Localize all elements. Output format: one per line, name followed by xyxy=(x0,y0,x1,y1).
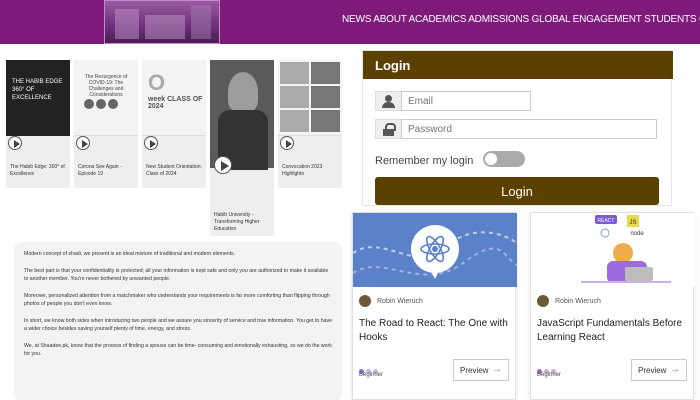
email-row xyxy=(375,91,545,111)
course-card[interactable]: Robin Wieruch The Road to React: The One… xyxy=(352,212,518,400)
author-avatar xyxy=(537,295,549,307)
preview-button[interactable]: Preview → xyxy=(631,359,687,381)
article-paragraph: The best part is that your confidentiali… xyxy=(24,268,329,282)
video-thumbnail[interactable]: THE HABIB EDGE 360° OF EXCELLENCE xyxy=(6,60,70,136)
video-card[interactable]: THE HABIB EDGE 360° OF EXCELLENCE The Ha… xyxy=(6,60,70,188)
video-card[interactable]: The Resurgence of COVID-19: The Challeng… xyxy=(74,60,138,188)
article-paragraph: In short, we know both sides when introd… xyxy=(24,318,332,332)
arrow-right-icon: → xyxy=(670,364,680,375)
thumbnail-text: THE HABIB EDGE 360° OF EXCELLENCE xyxy=(12,79,63,101)
author-name[interactable]: Robin Wieruch xyxy=(377,298,423,305)
remember-label: Remember my login xyxy=(375,155,474,167)
video-caption[interactable]: The Habib Edge: 360° of Excellence xyxy=(10,164,68,178)
author-avatar xyxy=(359,295,371,307)
top-navigation-bar: NEWS ABOUT ACADEMICS ADMISSIONS GLOBAL E… xyxy=(0,0,700,44)
react-tag: REACT xyxy=(598,218,615,224)
lock-icon xyxy=(375,119,401,139)
remember-toggle[interactable] xyxy=(483,151,525,167)
article-text-panel: Modern concept of shadi, we present is a… xyxy=(14,242,342,400)
video-thumbnail[interactable] xyxy=(210,60,274,170)
photo-collage xyxy=(280,62,340,132)
header-banner-image[interactable] xyxy=(104,0,220,44)
course-card[interactable]: REACT JS node Robin Wieruch JavaScript F… xyxy=(530,212,695,400)
video-caption[interactable]: Corona See Again - Episode 19 xyxy=(78,164,136,178)
course-title[interactable]: The Road to React: The One with Hooks xyxy=(359,317,509,345)
play-icon[interactable] xyxy=(280,136,294,150)
arrow-right-icon: → xyxy=(492,364,502,375)
user-icon xyxy=(375,91,401,111)
node-tag: node xyxy=(630,231,644,237)
password-row xyxy=(375,119,659,139)
video-thumbnail[interactable]: O week CLASS OF 2024 xyxy=(142,60,206,136)
video-caption[interactable]: Convocation 2023 Highlights xyxy=(282,164,340,178)
password-input[interactable] xyxy=(401,119,657,139)
course-level: Beginner xyxy=(359,372,384,378)
person-photo xyxy=(228,72,258,112)
email-input[interactable] xyxy=(401,91,531,111)
video-carousel: THE HABIB EDGE 360° OF EXCELLENCE The Ha… xyxy=(6,60,342,240)
course-image[interactable] xyxy=(352,213,518,287)
article-paragraph: We, at Shaadee.pk, know that the process… xyxy=(24,343,332,357)
video-caption[interactable]: New Student Orientation: Class of 2024 xyxy=(146,164,204,178)
article-paragraph: Moreover, personalized attention from a … xyxy=(24,293,330,307)
video-thumbnail[interactable]: The Resurgence of COVID-19: The Challeng… xyxy=(74,60,138,136)
video-thumbnail[interactable] xyxy=(278,60,342,136)
article-paragraph: Modern concept of shadi, we present is a… xyxy=(24,251,236,257)
video-card[interactable]: Habib University - Transforming Higher E… xyxy=(210,60,274,236)
login-title: Login xyxy=(363,51,673,79)
play-icon[interactable] xyxy=(144,136,158,150)
preview-button[interactable]: Preview → xyxy=(453,359,509,381)
page: NEWS ABOUT ACADEMICS ADMISSIONS GLOBAL E… xyxy=(0,0,700,400)
login-form: Login Remember my login Login xyxy=(362,50,673,206)
thumbnail-text: The Resurgence of COVID-19: The Challeng… xyxy=(84,74,128,98)
course-title[interactable]: JavaScript Fundamentals Before Learning … xyxy=(537,317,687,345)
thumbnail-text: O week CLASS OF 2024 xyxy=(148,70,203,110)
play-icon[interactable] xyxy=(76,136,90,150)
play-icon[interactable] xyxy=(8,136,22,150)
course-image[interactable]: REACT JS node xyxy=(531,213,695,287)
course-level: Beginner xyxy=(537,372,562,378)
js-tag: JS xyxy=(629,220,636,226)
video-card[interactable]: O week CLASS OF 2024 New Student Orienta… xyxy=(142,60,206,188)
author-name[interactable]: Robin Wieruch xyxy=(555,298,601,305)
video-card[interactable]: Convocation 2023 Highlights xyxy=(278,60,342,188)
main-nav-links[interactable]: NEWS ABOUT ACADEMICS ADMISSIONS GLOBAL E… xyxy=(342,14,700,25)
login-button[interactable]: Login xyxy=(375,177,659,205)
play-icon[interactable] xyxy=(214,156,232,174)
video-caption[interactable]: Habib University - Transforming Higher E… xyxy=(214,212,272,233)
speaker-photos xyxy=(84,96,130,110)
